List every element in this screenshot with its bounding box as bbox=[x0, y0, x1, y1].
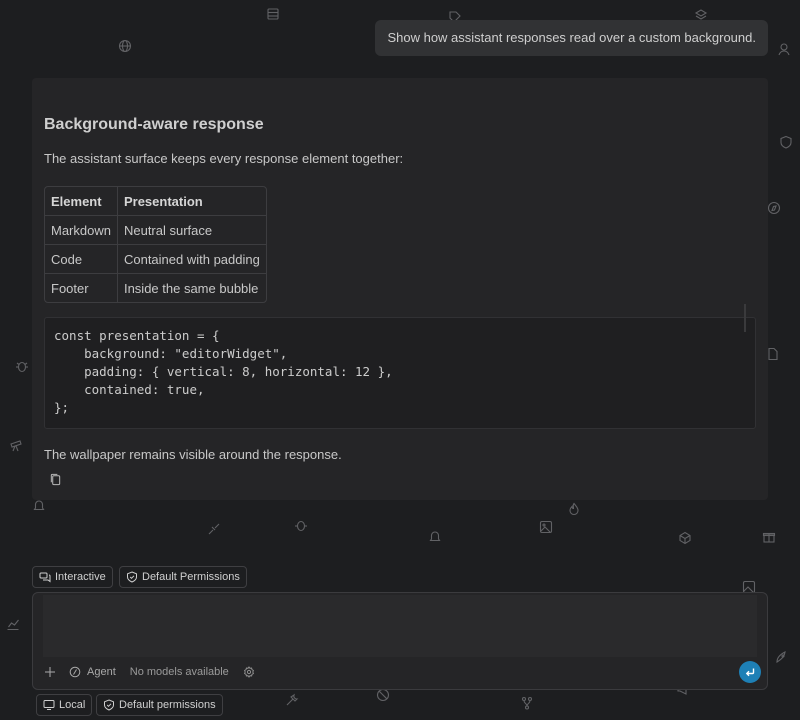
bell-icon-2 bbox=[428, 529, 442, 543]
table-cell: Neutral surface bbox=[117, 216, 266, 245]
telescope-icon bbox=[9, 438, 23, 452]
cube-icon bbox=[678, 531, 692, 545]
enter-icon bbox=[744, 666, 756, 678]
interactive-mode-chip[interactable]: Interactive bbox=[32, 566, 113, 588]
fire-icon bbox=[567, 502, 581, 516]
shield-icon bbox=[779, 135, 793, 149]
assistant-response: Background-aware response The assistant … bbox=[32, 78, 768, 500]
local-label: Local bbox=[59, 699, 86, 711]
mode-label: Agent bbox=[87, 666, 116, 678]
settings-button[interactable] bbox=[243, 666, 255, 678]
code-content: const presentation = { background: "edit… bbox=[54, 328, 393, 415]
copy-icon bbox=[49, 473, 62, 491]
table-header-row: Element Presentation bbox=[45, 187, 266, 216]
gear-icon bbox=[243, 666, 255, 678]
chat-composer: Agent No models available bbox=[32, 592, 768, 690]
table-cell: Inside the same bubble bbox=[123, 280, 259, 296]
default-permissions-chip[interactable]: Default Permissions bbox=[119, 566, 247, 588]
chart-icon bbox=[6, 617, 20, 631]
database-icon bbox=[266, 7, 280, 21]
table-row: Footer Inside the same bubble bbox=[45, 274, 266, 302]
local-chip[interactable]: Local bbox=[36, 694, 93, 716]
forbidden-icon bbox=[376, 688, 390, 702]
globe-icon bbox=[118, 39, 132, 53]
footer-permissions-chip[interactable]: Default permissions bbox=[96, 694, 223, 716]
file-icon bbox=[766, 347, 780, 361]
table-cell: Footer bbox=[45, 274, 118, 302]
chat-input[interactable] bbox=[43, 595, 757, 657]
markdown-table: Element Presentation Markdown Neutral su… bbox=[44, 186, 267, 303]
user-message: Show how assistant responses read over a… bbox=[375, 20, 768, 56]
git-branch-icon bbox=[520, 696, 534, 710]
default-permissions-label: Default Permissions bbox=[142, 571, 240, 583]
rocket-icon bbox=[775, 650, 789, 664]
code-scrollbar[interactable] bbox=[744, 304, 746, 332]
image-icon bbox=[539, 520, 553, 534]
compass-icon bbox=[767, 201, 781, 215]
add-context-button[interactable] bbox=[43, 665, 57, 679]
wrench-icon bbox=[285, 693, 299, 707]
code-block[interactable]: const presentation = { background: "edit… bbox=[44, 304, 756, 429]
plus-icon bbox=[43, 665, 57, 679]
user-icon bbox=[777, 42, 791, 56]
copy-button[interactable] bbox=[46, 473, 64, 491]
chat-icon bbox=[39, 571, 51, 583]
table-header-cell: Element bbox=[45, 187, 118, 216]
response-heading: Background-aware response bbox=[44, 116, 264, 133]
send-button[interactable] bbox=[739, 661, 761, 683]
table-row: Code Contained with padding bbox=[45, 245, 266, 274]
agent-icon bbox=[69, 666, 81, 678]
bell-icon bbox=[32, 498, 46, 512]
footer-permissions-label: Default permissions bbox=[119, 699, 216, 711]
table-cell: Contained with padding bbox=[117, 245, 266, 274]
mode-picker[interactable]: Agent bbox=[69, 666, 116, 678]
gift-icon bbox=[762, 530, 776, 544]
composer-toolbar: Agent No models available bbox=[43, 661, 761, 683]
bug-icon-2 bbox=[294, 518, 308, 532]
shield-icon bbox=[103, 699, 115, 711]
shield-icon bbox=[126, 571, 138, 583]
table-cell: Code bbox=[45, 245, 118, 274]
table-cell: Markdown bbox=[45, 216, 118, 245]
model-picker[interactable]: No models available bbox=[130, 666, 229, 678]
response-outro: The wallpaper remains visible around the… bbox=[44, 447, 342, 462]
table-row: Markdown Neutral surface bbox=[45, 216, 266, 245]
response-intro: The assistant surface keeps every respon… bbox=[44, 151, 404, 166]
bug-icon bbox=[15, 359, 29, 373]
interactive-label: Interactive bbox=[55, 571, 106, 583]
monitor-icon bbox=[43, 699, 55, 711]
collapse-icon bbox=[207, 522, 221, 536]
table-header-cell: Presentation bbox=[117, 187, 266, 216]
